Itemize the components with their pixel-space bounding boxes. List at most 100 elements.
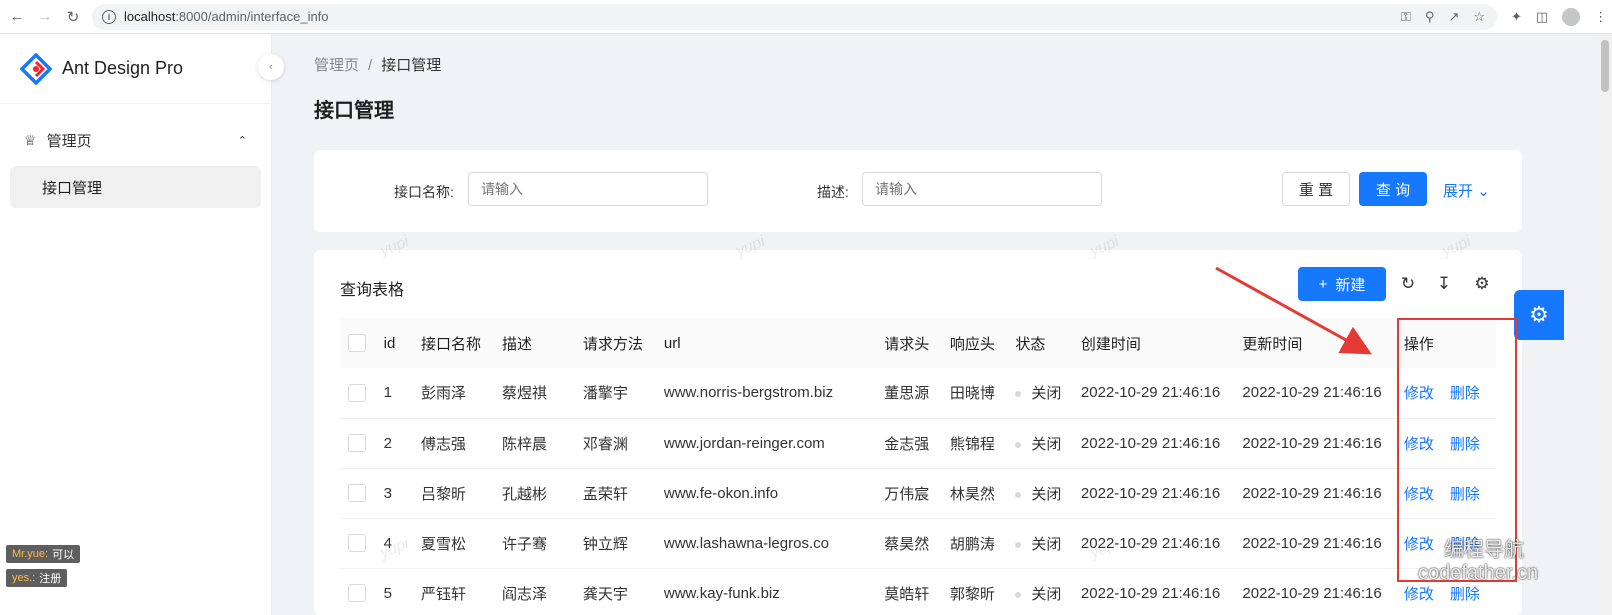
crown-icon: ♕ bbox=[24, 131, 37, 148]
cell-created: 2022-10-29 21:46:16 bbox=[1080, 534, 1221, 552]
cell-request-header: 蔡昊然 bbox=[884, 535, 930, 553]
menu-group-admin[interactable]: ♕ 管理页 ⌃ bbox=[0, 114, 271, 166]
col-header-method[interactable]: 请求方法 bbox=[575, 318, 656, 368]
select-all-checkbox[interactable] bbox=[340, 318, 376, 368]
reset-button[interactable]: 重 置 bbox=[1282, 172, 1350, 206]
cell-name: 夏雪松 bbox=[420, 535, 466, 553]
col-header-response-header[interactable]: 响应头 bbox=[942, 318, 1008, 368]
row-checkbox[interactable] bbox=[340, 368, 376, 418]
row-checkbox[interactable] bbox=[340, 518, 376, 568]
breadcrumb: 管理页 / 接口管理 bbox=[314, 54, 441, 75]
cell-response-header: 郭黎昕 bbox=[949, 585, 995, 603]
delete-link[interactable]: 删除 bbox=[1450, 586, 1480, 603]
cell-method: 邓睿渊 bbox=[582, 435, 628, 453]
name-field-label: 接口名称: bbox=[394, 184, 454, 200]
col-header-updated[interactable]: 更新时间 bbox=[1234, 318, 1395, 368]
logo-row[interactable]: Ant Design Pro bbox=[0, 34, 271, 104]
search-form: 接口名称: 描述: 重 置 查 询 展开 ⌄ bbox=[314, 150, 1522, 232]
cell-response-header: 田晓博 bbox=[949, 385, 995, 403]
edit-link[interactable]: 修改 bbox=[1404, 586, 1434, 603]
menu-group-label: 管理页 bbox=[46, 132, 92, 150]
zoom-icon[interactable]: ⚲ bbox=[1425, 9, 1435, 25]
table-card: 查询表格 + 新建 ↻ ↧ ⚙ id 接口名称 描述 请求方法 url 请求头 响… bbox=[314, 250, 1522, 615]
page-scrollbar[interactable] bbox=[1598, 34, 1612, 615]
cell-created: 2022-10-29 21:46:16 bbox=[1080, 384, 1221, 402]
key-icon[interactable]: ⚿ bbox=[1401, 9, 1411, 25]
col-header-created[interactable]: 创建时间 bbox=[1073, 318, 1234, 368]
cell-created: 2022-10-29 21:46:16 bbox=[1080, 484, 1221, 502]
cell-url: www.kay-funk.biz bbox=[663, 584, 780, 602]
desc-search-input[interactable] bbox=[862, 172, 1102, 206]
cell-name: 傅志强 bbox=[420, 435, 466, 453]
url-path: :8000/admin/interface_info bbox=[175, 9, 329, 24]
cell-id: 3 bbox=[383, 484, 392, 502]
cell-response-header: 熊锦程 bbox=[949, 435, 995, 453]
table-header-row: id 接口名称 描述 请求方法 url 请求头 响应头 状态 创建时间 更新时间… bbox=[340, 318, 1496, 368]
cell-url: www.norris-bergstrom.biz bbox=[663, 384, 834, 402]
cell-method: 孟荣轩 bbox=[582, 485, 628, 503]
table-row: 1 彭雨泽 蔡煜祺 潘擎宇 www.norris-bergstrom.biz 董… bbox=[340, 368, 1496, 418]
chevron-down-icon: ⌄ bbox=[1477, 183, 1490, 200]
column-settings-icon[interactable]: ⚙ bbox=[1472, 274, 1492, 294]
back-icon[interactable]: ← bbox=[6, 6, 28, 28]
status-dot bbox=[1015, 491, 1022, 498]
breadcrumb-separator: / bbox=[368, 57, 373, 74]
sidebar-item-interface-manage[interactable]: 接口管理 bbox=[10, 166, 261, 208]
col-header-url[interactable]: url bbox=[656, 318, 876, 368]
row-checkbox[interactable] bbox=[340, 418, 376, 468]
scrollbar-thumb[interactable] bbox=[1601, 40, 1609, 92]
status-dot bbox=[1015, 391, 1022, 398]
cell-updated: 2022-10-29 21:46:16 bbox=[1242, 584, 1382, 602]
brand-watermark-line1: 编程导航 bbox=[1444, 539, 1524, 561]
chat-message: Mr.yue: 可以 bbox=[6, 545, 81, 563]
row-checkbox[interactable] bbox=[340, 568, 376, 615]
reload-icon[interactable]: ↻ bbox=[62, 6, 84, 28]
col-header-id[interactable]: id bbox=[376, 318, 413, 368]
forward-icon[interactable]: → bbox=[34, 6, 56, 28]
more-menu-icon[interactable]: ⋮ bbox=[1594, 9, 1607, 25]
cell-status: 关闭 bbox=[1007, 468, 1073, 518]
cell-name: 严钰轩 bbox=[420, 585, 466, 603]
cell-response-header: 胡鹏涛 bbox=[949, 535, 995, 553]
cell-desc: 许子骞 bbox=[501, 535, 547, 553]
sidebar: Ant Design Pro ♕ 管理页 ⌃ 接口管理 bbox=[0, 34, 272, 615]
status-dot bbox=[1015, 441, 1022, 448]
refresh-icon[interactable]: ↻ bbox=[1398, 274, 1418, 294]
chevron-up-icon: ⌃ bbox=[237, 134, 247, 147]
expand-button[interactable]: 展开 ⌄ bbox=[1443, 180, 1490, 201]
query-button[interactable]: 查 询 bbox=[1359, 172, 1427, 206]
settings-drawer-button[interactable]: ⚙ bbox=[1514, 290, 1564, 340]
address-bar[interactable]: i localhost:8000/admin/interface_info ⚿ … bbox=[92, 3, 1497, 30]
cell-response-header: 林昊然 bbox=[949, 485, 995, 503]
row-checkbox[interactable] bbox=[340, 468, 376, 518]
cell-url: www.jordan-reinger.com bbox=[663, 434, 825, 452]
cell-status: 关闭 bbox=[1007, 518, 1073, 568]
col-header-status[interactable]: 状态 bbox=[1007, 318, 1073, 368]
cell-id: 5 bbox=[383, 584, 392, 602]
cell-updated: 2022-10-29 21:46:16 bbox=[1242, 384, 1382, 402]
profile-avatar[interactable] bbox=[1562, 7, 1581, 26]
cell-request-header: 金志强 bbox=[884, 435, 930, 453]
breadcrumb-root[interactable]: 管理页 bbox=[314, 57, 359, 74]
table-title: 查询表格 bbox=[340, 282, 405, 299]
col-header-desc[interactable]: 描述 bbox=[494, 318, 575, 368]
density-icon[interactable]: ↧ bbox=[1434, 274, 1454, 294]
cell-name: 彭雨泽 bbox=[420, 385, 466, 403]
share-icon[interactable]: ↗ bbox=[1448, 9, 1459, 25]
cell-method: 潘擎宇 bbox=[582, 385, 628, 403]
side-panel-icon[interactable]: ◫ bbox=[1536, 9, 1548, 25]
collapse-sidebar-button[interactable]: ‹ bbox=[258, 54, 284, 80]
extensions-icon[interactable]: ✦ bbox=[1511, 9, 1522, 25]
new-button[interactable]: + 新建 bbox=[1298, 267, 1386, 301]
bookmark-star-icon[interactable]: ☆ bbox=[1473, 9, 1485, 25]
col-header-name[interactable]: 接口名称 bbox=[413, 318, 494, 368]
cell-request-header: 董思源 bbox=[884, 385, 930, 403]
name-search-input[interactable] bbox=[468, 172, 708, 206]
cell-updated: 2022-10-29 21:46:16 bbox=[1242, 484, 1382, 502]
plus-icon: + bbox=[1318, 275, 1328, 293]
site-info-icon[interactable]: i bbox=[102, 9, 116, 24]
col-header-request-header[interactable]: 请求头 bbox=[876, 318, 942, 368]
cell-updated: 2022-10-29 21:46:16 bbox=[1242, 434, 1382, 452]
cell-request-header: 莫皓轩 bbox=[884, 585, 930, 603]
cell-status: 关闭 bbox=[1007, 418, 1073, 468]
